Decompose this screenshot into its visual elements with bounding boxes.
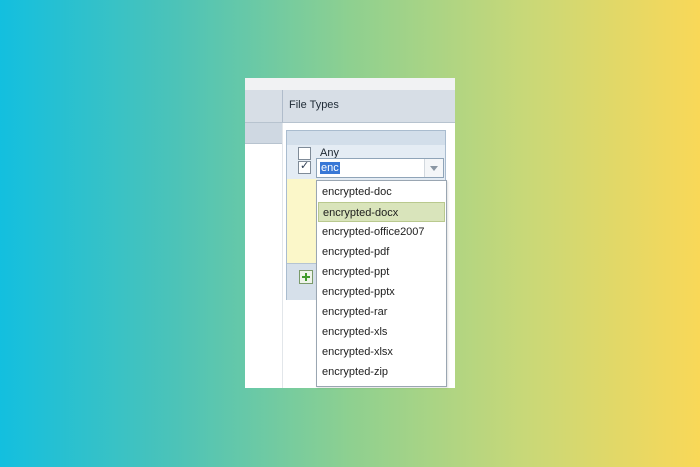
filter-checkbox[interactable]: ✓ — [298, 160, 311, 174]
dropdown-item-selected[interactable]: encrypted-docx — [318, 202, 445, 222]
file-types-title: File Types — [289, 99, 339, 111]
left-header-cell — [245, 90, 282, 123]
column-divider — [282, 123, 283, 388]
dropdown-item[interactable]: encrypted-pptx — [318, 282, 445, 302]
dropdown-item[interactable]: encrypted-xlsx — [318, 342, 445, 362]
checkmark-icon: ✓ — [300, 160, 310, 172]
dropdown-item[interactable]: encrypted-office2007 — [318, 222, 445, 242]
any-checkbox[interactable] — [298, 147, 311, 160]
selected-row-highlight — [287, 179, 317, 263]
dropdown-item[interactable]: encrypted-pdf — [318, 242, 445, 262]
dropdown-item[interactable]: encrypted-xls — [318, 322, 445, 342]
plus-icon[interactable] — [299, 270, 313, 284]
dropdown-item[interactable]: encrypted-rar — [318, 302, 445, 322]
left-column — [245, 144, 282, 388]
dropdown-item[interactable]: encrypted-doc — [318, 182, 445, 202]
dropdown-item[interactable]: encrypted-zip — [318, 362, 445, 382]
top-strip — [245, 78, 455, 90]
chevron-down-icon[interactable] — [424, 159, 443, 177]
left-row-strip — [245, 123, 282, 144]
file-type-input[interactable]: enc — [320, 162, 340, 174]
file-type-combobox[interactable]: enc — [316, 158, 444, 178]
file-type-dropdown: encrypted-doc encrypted-docx encrypted-o… — [316, 180, 447, 387]
dropdown-item[interactable]: encrypted-ppt — [318, 262, 445, 282]
file-types-header[interactable]: File Types — [282, 90, 455, 123]
